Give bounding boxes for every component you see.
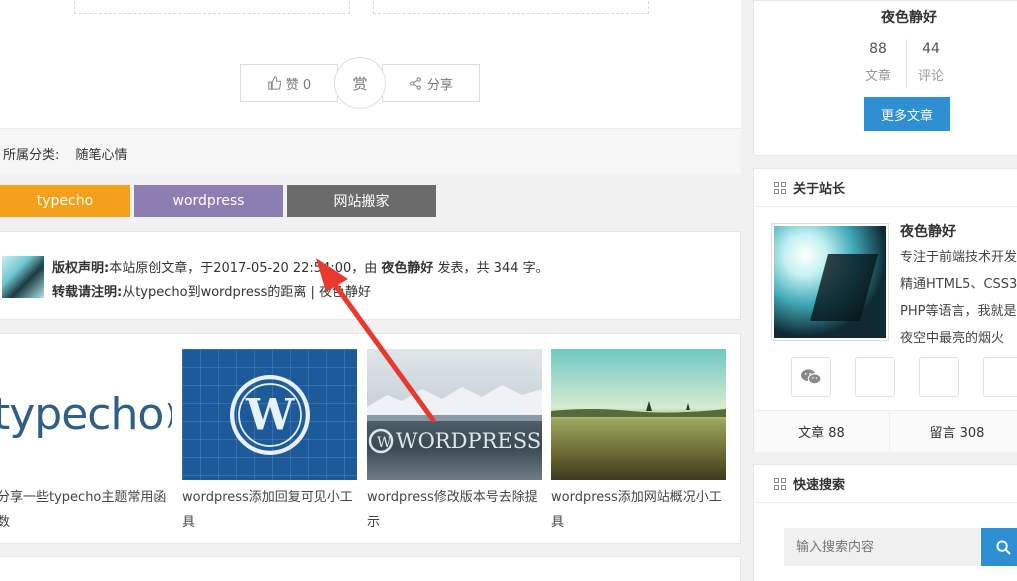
related-post[interactable]: wordpress添加网站概况小工具 <box>551 349 726 535</box>
copyright-text-after: 发表，共 344 字。 <box>433 261 549 276</box>
tag-site-migration[interactable]: 网站搬家 <box>287 185 436 217</box>
share-label: 分享 <box>426 77 453 93</box>
share-button[interactable]: 分享 <box>382 64 480 102</box>
share-icon <box>410 76 421 90</box>
like-label: 赞 0 <box>285 77 312 93</box>
svg-text:W: W <box>244 390 294 440</box>
about-stats: 文章 88 留言 308 <box>754 410 1017 452</box>
post-category: 所属分类: 随笔心情 <box>0 128 741 174</box>
wordpress-logo-icon: W <box>229 374 310 455</box>
wechat-icon <box>801 369 822 385</box>
about-widget: 关于站长 夜色静好 专注于前端技术开发 精通HTML5、CSS3 PHP等语言，… <box>753 168 1017 452</box>
signal-icon: )) <box>165 398 172 431</box>
related-post[interactable]: typecho)) 分享一些typecho主题常用函数 <box>0 349 172 535</box>
copyright-line: 版权声明:本站原创文章，于2017-05-20 22:54:00，由 夜色静好 … <box>52 257 549 276</box>
weibo-button[interactable] <box>919 357 959 397</box>
about-widget-header: 关于站长 <box>754 169 1017 207</box>
mountain-scene: W WORDPRESS <box>367 385 542 454</box>
related-posts: typecho)) 分享一些typecho主题常用函数 W wordpress添… <box>0 333 741 544</box>
next-post-box[interactable] <box>373 0 649 14</box>
related-title[interactable]: 分享一些typecho主题常用函数 <box>0 485 172 535</box>
search-button[interactable] <box>981 528 1017 566</box>
comment-count-num: 44 <box>922 41 940 57</box>
typecho-logo-text: typecho <box>0 389 164 440</box>
related-post[interactable]: W wordpress添加回复可见小工具 <box>182 349 357 535</box>
more-articles-button[interactable]: 更多文章 <box>864 97 950 131</box>
about-name: 夜色静好 <box>900 224 956 240</box>
article-count-label: 文章 <box>864 69 891 84</box>
tag-wordpress[interactable]: wordpress <box>134 185 283 217</box>
repost-line: 转载请注明:从typecho到wordpress的距离 | 夜色静好 <box>52 281 371 300</box>
related-title[interactable]: wordpress添加网站概况小工具 <box>551 485 726 535</box>
article-count: 88 文章 <box>848 41 908 84</box>
repost-link[interactable]: 从typecho到wordpress的距离 | 夜色静好 <box>122 285 371 300</box>
thumbs-up-icon <box>268 76 281 90</box>
about-avatar <box>771 223 889 341</box>
comment-count: 44 评论 <box>901 41 961 84</box>
search-widget-title: 快速搜索 <box>793 478 846 493</box>
author-name[interactable]: 夜色静好 <box>754 7 1017 27</box>
article-count-num: 88 <box>869 41 887 57</box>
grid-icon <box>774 477 786 490</box>
comment-count-label: 评论 <box>917 69 944 84</box>
author-card: 夜色静好 88 文章 44 评论 更多文章 <box>753 0 1017 156</box>
copyright-notice: 版权声明:本站原创文章，于2017-05-20 22:54:00，由 夜色静好 … <box>0 231 741 320</box>
wordpress-word: WORDPRESS <box>396 429 541 453</box>
about-description: 专注于前端技术开发 精通HTML5、CSS3 PHP等语言，我就是 夜空中最亮的… <box>900 250 1017 346</box>
related-title[interactable]: wordpress添加回复可见小工具 <box>182 485 357 535</box>
comments-panel <box>0 556 741 581</box>
email-button[interactable] <box>983 357 1017 397</box>
copyright-author[interactable]: 夜色静好 <box>381 261 433 276</box>
qq-button[interactable] <box>855 357 895 397</box>
search-input[interactable] <box>784 528 980 566</box>
related-thumbnail[interactable] <box>551 349 726 480</box>
category-label: 所属分类: <box>3 148 60 163</box>
related-post[interactable]: W WORDPRESS wordpress修改版本号去除提示 <box>367 349 542 535</box>
search-icon <box>995 539 1011 555</box>
about-articles[interactable]: 文章 88 <box>754 411 889 452</box>
search-widget-header: 快速搜索 <box>754 465 1017 503</box>
about-messages[interactable]: 留言 308 <box>888 411 1017 452</box>
copyright-label: 版权声明: <box>52 261 110 276</box>
tag-typecho[interactable]: typecho <box>0 185 130 217</box>
prev-post-box[interactable] <box>74 0 350 14</box>
search-widget: 快速搜索 <box>753 464 1017 581</box>
reward-button[interactable]: 赏 <box>334 57 386 109</box>
grid-icon <box>774 181 786 194</box>
repost-label: 转载请注明: <box>52 285 123 300</box>
svg-text:W: W <box>377 435 392 451</box>
related-thumbnail[interactable]: W WORDPRESS <box>367 349 542 480</box>
related-thumbnail[interactable]: W <box>182 349 357 480</box>
related-thumbnail[interactable]: typecho)) <box>0 349 172 480</box>
copyright-text-before: 本站原创文章，于2017-05-20 22:54:00，由 <box>109 261 382 276</box>
related-title[interactable]: wordpress修改版本号去除提示 <box>367 485 542 535</box>
author-avatar <box>2 256 44 298</box>
about-widget-title: 关于站长 <box>793 182 846 197</box>
wechat-button[interactable] <box>791 357 831 397</box>
post-actions-panel: 赞 0 分享 赏 <box>0 0 741 128</box>
like-button[interactable]: 赞 0 <box>240 64 338 102</box>
category-link[interactable]: 随笔心情 <box>76 148 128 163</box>
reward-label: 赏 <box>352 74 368 93</box>
field-scene <box>551 401 726 417</box>
